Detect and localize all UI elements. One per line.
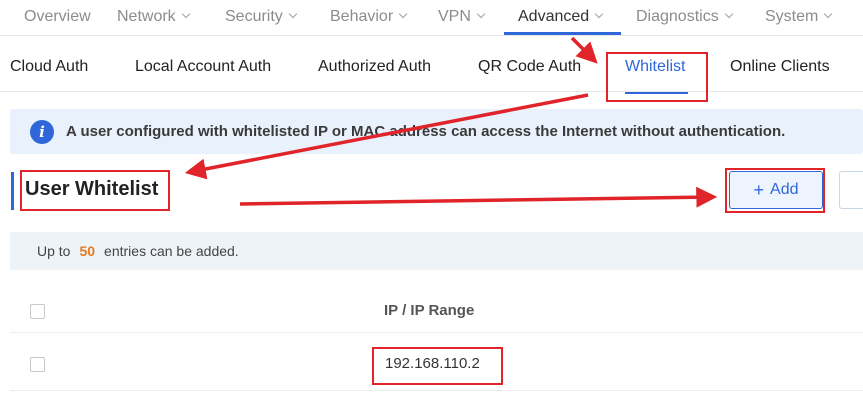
table-header: IP / IP Range — [10, 289, 863, 333]
nav-label: Overview — [24, 7, 91, 25]
arrow-to-add-button — [239, 186, 718, 208]
auth-subtabs: Cloud Auth Local Account Auth Authorized… — [0, 44, 863, 94]
select-all-checkbox[interactable] — [30, 304, 45, 319]
chevron-down-icon — [288, 9, 298, 18]
add-button-label: Add — [770, 181, 799, 198]
note-prefix: Up to — [37, 243, 71, 259]
nav-label: System — [765, 7, 819, 25]
tab-label: Online Clients — [730, 58, 830, 75]
tab-local-account-auth[interactable]: Local Account Auth — [135, 44, 271, 90]
tab-label: Local Account Auth — [135, 58, 272, 75]
plus-icon: + — [753, 180, 765, 200]
chevron-down-icon — [724, 9, 733, 18]
nav-label: Diagnostics — [636, 7, 719, 25]
nav-label: VPN — [438, 7, 471, 25]
row-checkbox[interactable] — [30, 357, 45, 372]
note-suffix: entries can be added. — [104, 243, 239, 259]
active-nav-indicator — [504, 32, 621, 35]
nav-label: Behavior — [330, 7, 394, 25]
chevron-down-icon — [398, 9, 408, 18]
secondary-button[interactable] — [839, 171, 863, 209]
chevron-down-icon — [824, 9, 833, 18]
banner-text: A user configured with whitelisted IP or… — [66, 123, 786, 140]
top-navigation: Overview Network Security Behavior VPN A… — [0, 0, 863, 36]
nav-overview[interactable]: Overview — [24, 0, 91, 33]
nav-label: Advanced — [518, 7, 590, 25]
nav-diagnostics[interactable]: Diagnostics — [636, 0, 733, 33]
tab-online-clients[interactable]: Online Clients — [730, 44, 830, 90]
info-banner: i A user configured with whitelisted IP … — [10, 109, 863, 154]
capacity-note: Up to 50 entries can be added. — [10, 232, 863, 270]
tab-label: QR Code Auth — [478, 58, 582, 75]
entry-limit-count: 50 — [79, 243, 96, 259]
tab-authorized-auth[interactable]: Authorized Auth — [318, 44, 431, 90]
tab-qr-code-auth[interactable]: QR Code Auth — [478, 44, 581, 90]
chevron-down-icon — [594, 9, 604, 18]
tab-cloud-auth[interactable]: Cloud Auth — [10, 44, 88, 90]
tab-label: Cloud Auth — [10, 58, 89, 75]
section-title: User Whitelist — [25, 178, 159, 200]
ip-cell: 192.168.110.2 — [385, 355, 480, 372]
tab-label: Whitelist — [625, 58, 686, 75]
table-row: 192.168.110.2 — [10, 333, 863, 391]
tab-label: Authorized Auth — [318, 58, 431, 75]
nav-vpn[interactable]: VPN — [438, 0, 486, 33]
nav-label: Security — [225, 7, 283, 25]
chevron-down-icon — [476, 9, 486, 18]
tab-whitelist[interactable]: Whitelist — [625, 44, 685, 90]
info-icon: i — [30, 119, 54, 144]
nav-network[interactable]: Network — [117, 0, 190, 33]
column-header-ip: IP / IP Range — [384, 302, 475, 319]
chevron-down-icon — [181, 9, 190, 18]
nav-label: Network — [117, 7, 176, 25]
active-tab-indicator — [625, 92, 688, 94]
nav-advanced[interactable]: Advanced — [518, 0, 604, 33]
nav-security[interactable]: Security — [225, 0, 298, 33]
nav-behavior[interactable]: Behavior — [330, 0, 408, 33]
nav-system[interactable]: System — [765, 0, 833, 33]
section-accent-bar — [11, 172, 14, 210]
add-button[interactable]: + Add — [729, 171, 823, 209]
